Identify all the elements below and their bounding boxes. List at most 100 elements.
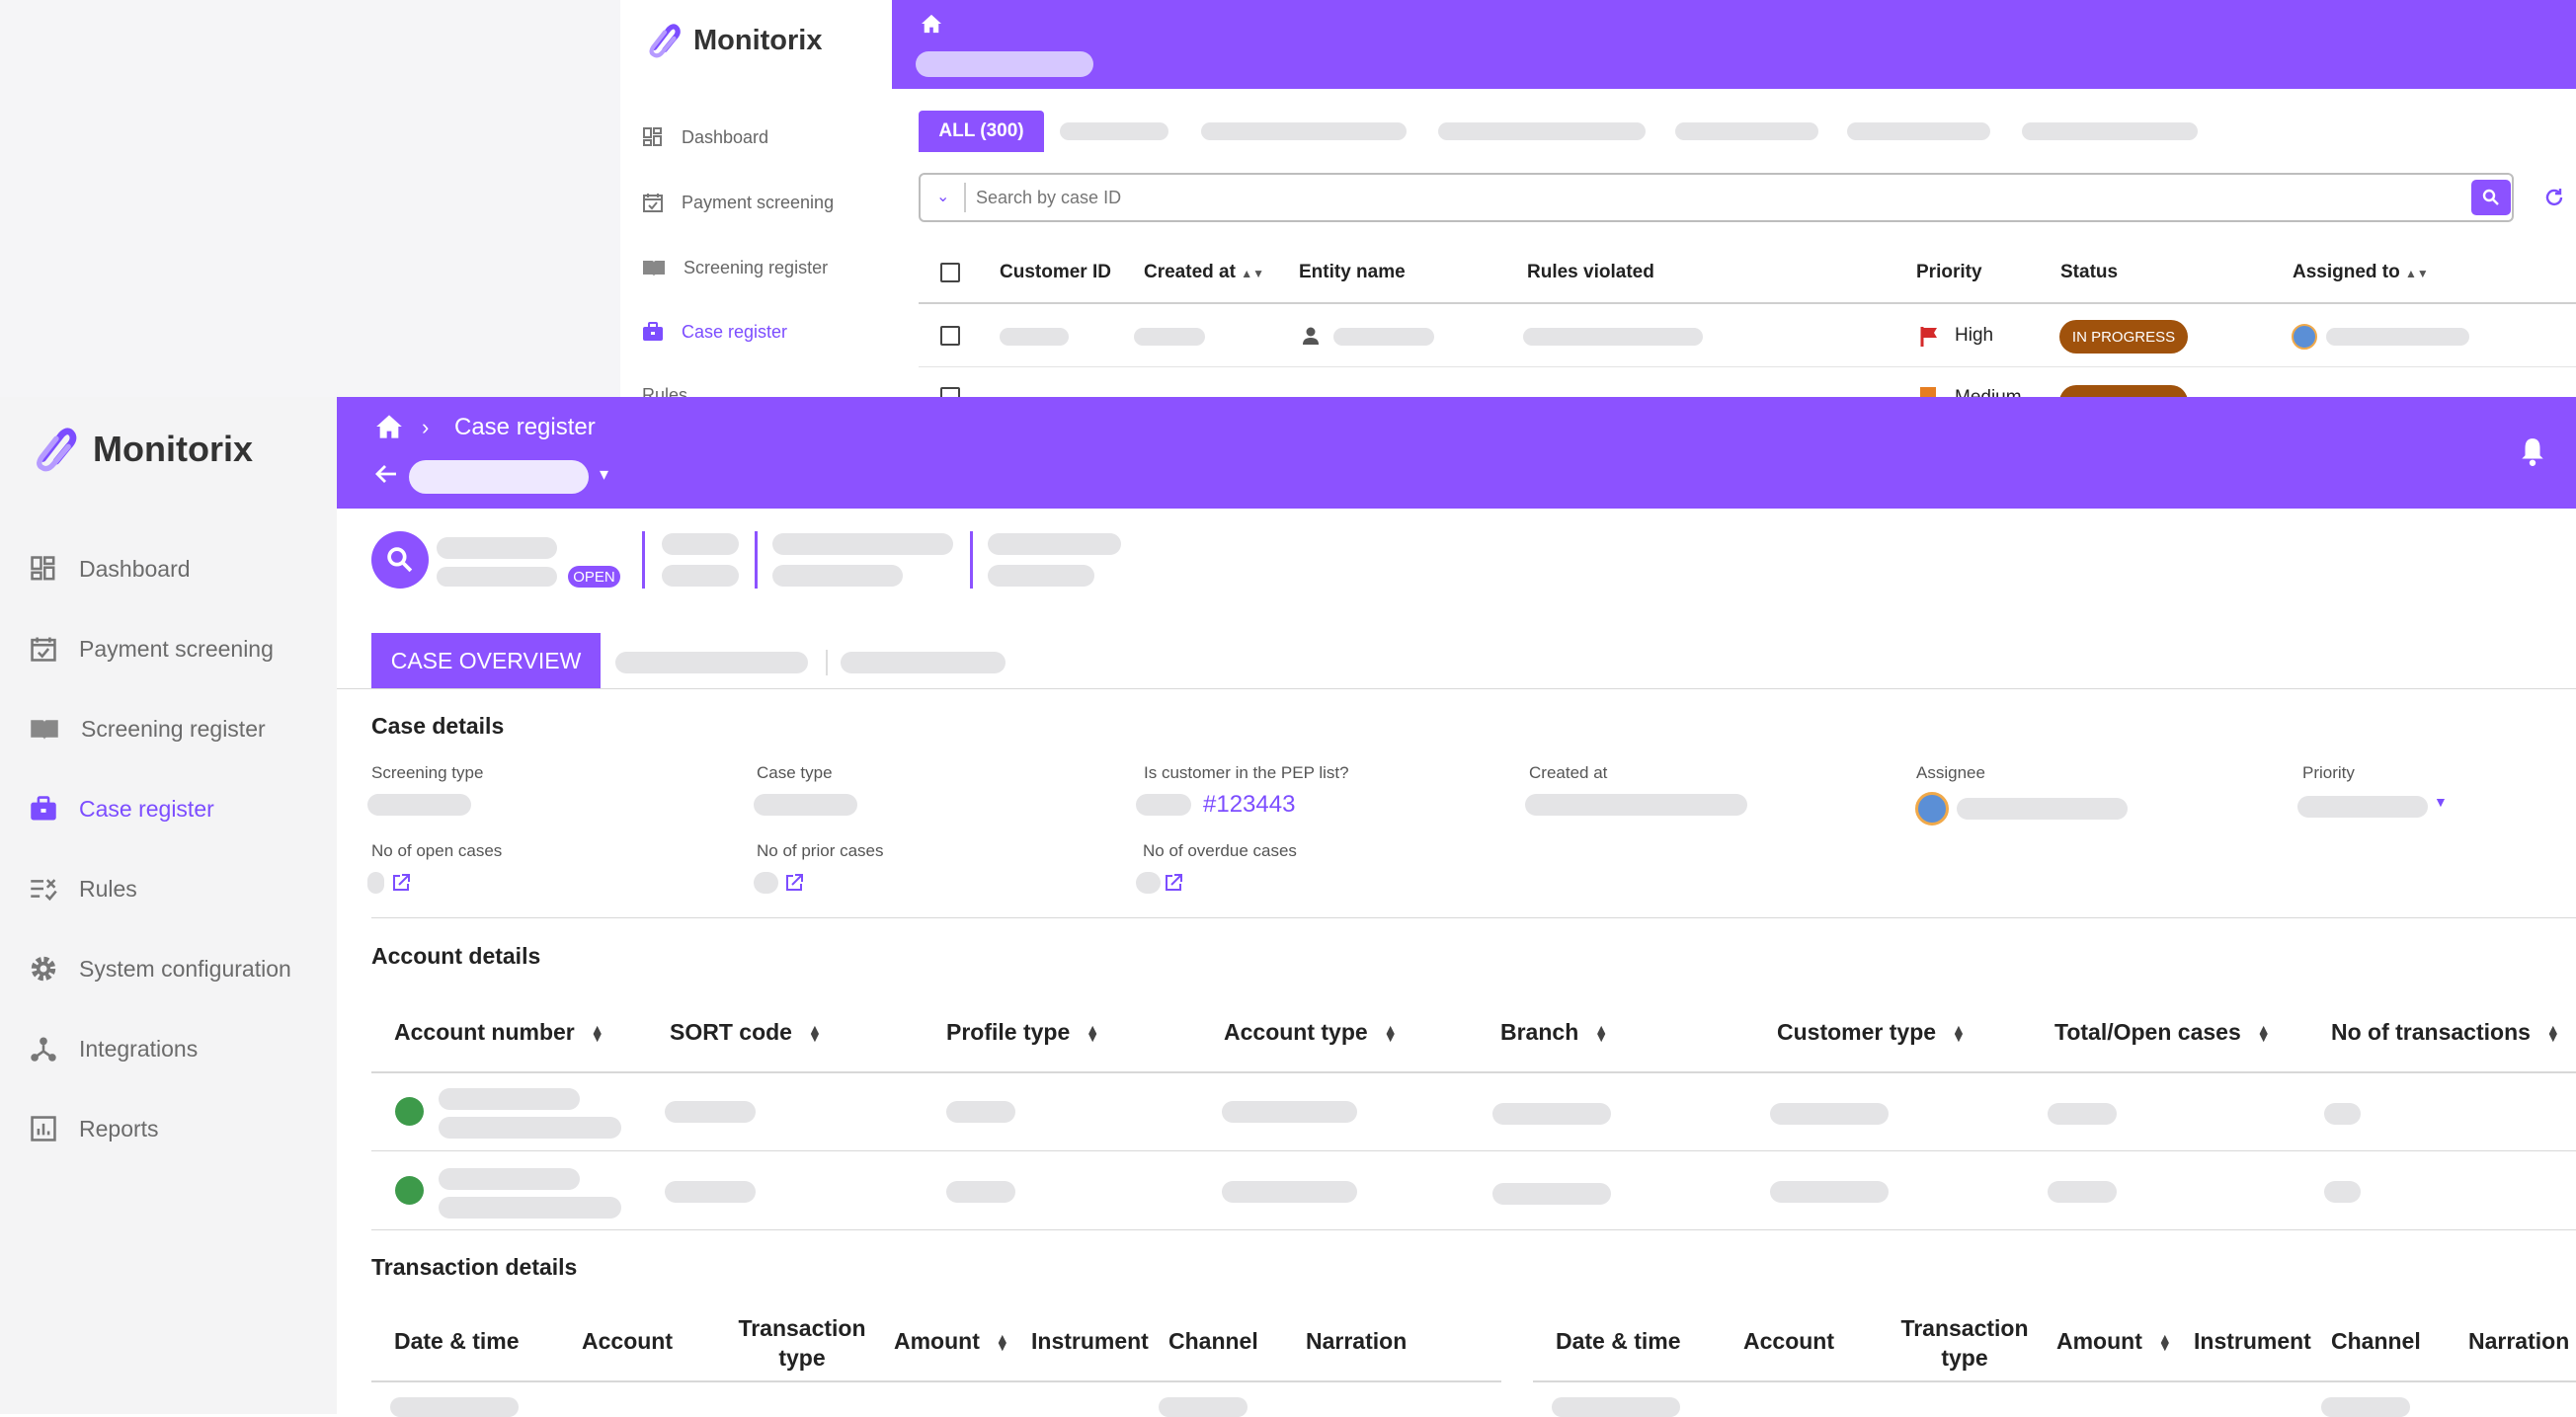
pep-link[interactable]: #123443 (1203, 791, 1295, 819)
tab-all[interactable]: ALL (300) (919, 111, 1044, 152)
sidebar-item-label: Rules (79, 875, 137, 902)
col-label: Channel (2331, 1328, 2421, 1354)
col-account-number[interactable]: Account number ▲ ▼ (394, 1019, 604, 1046)
back-nav-screening-register[interactable]: Screening register (642, 257, 828, 278)
col-branch[interactable]: Branch ▲ ▼ (1500, 1019, 1609, 1046)
external-link-icon[interactable] (784, 873, 804, 893)
sidebar-item-rules[interactable]: Rules (30, 875, 137, 903)
home-icon[interactable] (375, 414, 403, 439)
brand-name: Monitorix (93, 429, 253, 469)
back-arrow-icon[interactable] (373, 462, 399, 486)
sidebar-item-system-configuration[interactable]: System configuration (30, 955, 291, 983)
row-checkbox[interactable] (940, 387, 960, 397)
col-narration[interactable]: Narration (1306, 1328, 1407, 1355)
background-screen: Monitorix Dashboard Payment screening Sc… (0, 0, 2576, 397)
sort-icon: ▲ ▼ (1952, 1020, 1966, 1045)
sidebar-item-label: Screening register (81, 715, 266, 742)
caret-down-icon[interactable]: ▾ (600, 464, 608, 485)
sidebar-item-screening-register[interactable]: Screening register (30, 715, 266, 743)
external-link-icon[interactable] (391, 873, 411, 893)
home-icon[interactable] (921, 14, 942, 34)
sort-icon: ▲ ▼ (590, 1020, 604, 1045)
back-nav-case-register[interactable]: Case register (642, 321, 787, 343)
col-channel[interactable]: Channel (2331, 1328, 2421, 1355)
sort-icon: ▲ ▼ (2256, 1020, 2271, 1045)
refresh-icon[interactable] (2543, 187, 2565, 208)
col-sort-code[interactable]: SORT code ▲ ▼ (670, 1019, 822, 1046)
col-label: Account number (394, 1019, 575, 1045)
col-account[interactable]: Account (1743, 1328, 1834, 1355)
label-assignee: Assignee (1916, 763, 1985, 782)
search-button[interactable] (2471, 180, 2511, 215)
col-entity-name[interactable]: Entity name (1299, 262, 1406, 283)
col-no-of-transactions[interactable]: No of transactions ▲ ▼ (2331, 1019, 2560, 1046)
label-pep: Is customer in the PEP list? (1144, 763, 1349, 782)
sidebar-item-reports[interactable]: Reports (30, 1115, 159, 1142)
sidebar-item-label: Payment screening (79, 635, 274, 662)
priority-label: Medium (1955, 387, 2022, 397)
nav-label: Dashboard (682, 126, 769, 147)
back-nav-dashboard[interactable]: Dashboard (642, 126, 768, 148)
label-created-at: Created at (1529, 763, 1608, 782)
col-amount[interactable]: Amount ▲ ▼ (2056, 1328, 2172, 1355)
back-header (892, 0, 2576, 89)
book-icon (31, 720, 58, 741)
col-transaction-type[interactable]: Transaction type (733, 1313, 871, 1373)
col-label: Instrument (2194, 1328, 2311, 1354)
sidebar-item-case-register[interactable]: Case register (30, 795, 214, 823)
col-date-time[interactable]: Date & time (394, 1328, 520, 1355)
back-nav-rules[interactable]: Rules (642, 385, 687, 397)
assignee-avatar (1915, 792, 1949, 826)
sidebar-item-label: Integrations (79, 1035, 199, 1062)
col-created-at[interactable]: Created at ▲▼ (1144, 262, 1264, 283)
col-label: No of transactions (2331, 1019, 2531, 1045)
search-icon (387, 547, 413, 573)
col-narration[interactable]: Narration (2468, 1328, 2569, 1355)
external-link-icon[interactable] (1164, 873, 1183, 893)
chevron-down-icon[interactable]: ⌄ (936, 187, 949, 206)
col-label: Date & time (1556, 1328, 1681, 1354)
reports-icon (31, 1116, 56, 1141)
back-nav-payment-screening[interactable]: Payment screening (642, 192, 834, 213)
col-customer-id[interactable]: Customer ID (1000, 262, 1111, 283)
sidebar-item-label: Case register (79, 795, 214, 822)
col-total-open-cases[interactable]: Total/Open cases ▲ ▼ (2054, 1019, 2271, 1046)
col-account[interactable]: Account (582, 1328, 673, 1355)
col-label: Total/Open cases (2054, 1019, 2241, 1045)
sort-icon: ▲ ▼ (1594, 1020, 1609, 1045)
col-amount[interactable]: Amount ▲ ▼ (894, 1328, 1009, 1355)
col-assigned-to[interactable]: Assigned to ▲▼ (2293, 262, 2429, 283)
row-checkbox[interactable] (940, 326, 960, 346)
bell-icon[interactable] (2520, 436, 2545, 466)
label-overdue-cases: No of overdue cases (1143, 841, 1297, 860)
avatar (2292, 324, 2317, 350)
logo-icon (37, 428, 77, 472)
book-icon (643, 261, 665, 276)
calendar-check-icon (643, 194, 663, 212)
search-input[interactable] (976, 183, 2359, 212)
col-account-type[interactable]: Account type ▲ ▼ (1224, 1019, 1398, 1046)
breadcrumb[interactable]: Case register (454, 414, 596, 441)
tab-case-overview[interactable]: CASE OVERVIEW (371, 633, 601, 689)
col-date-time[interactable]: Date & time (1556, 1328, 1681, 1355)
status-badge: IN PROGRESS (2059, 385, 2188, 397)
sidebar-item-dashboard[interactable]: Dashboard (30, 555, 191, 583)
sort-icon: ▲ ▼ (2545, 1020, 2560, 1045)
col-instrument[interactable]: Instrument (2194, 1328, 2311, 1355)
select-all-checkbox[interactable] (940, 263, 960, 282)
back-logo: Monitorix (644, 20, 823, 61)
col-priority[interactable]: Priority (1916, 262, 1982, 283)
col-status[interactable]: Status (2060, 262, 2118, 283)
col-profile-type[interactable]: Profile type ▲ ▼ (946, 1019, 1099, 1046)
col-rules-violated[interactable]: Rules violated (1527, 262, 1654, 283)
label-open-cases: No of open cases (371, 841, 503, 860)
col-instrument[interactable]: Instrument (1031, 1328, 1149, 1355)
priority-dropdown-icon[interactable]: ▼ (2434, 794, 2448, 810)
sort-icon: ▲ ▼ (807, 1020, 822, 1045)
briefcase-icon (643, 322, 663, 341)
col-transaction-type[interactable]: Transaction type (1895, 1313, 2034, 1373)
sidebar-item-payment-screening[interactable]: Payment screening (30, 635, 274, 663)
col-customer-type[interactable]: Customer type ▲ ▼ (1777, 1019, 1966, 1046)
col-channel[interactable]: Channel (1168, 1328, 1258, 1355)
sidebar-item-integrations[interactable]: Integrations (30, 1035, 198, 1063)
